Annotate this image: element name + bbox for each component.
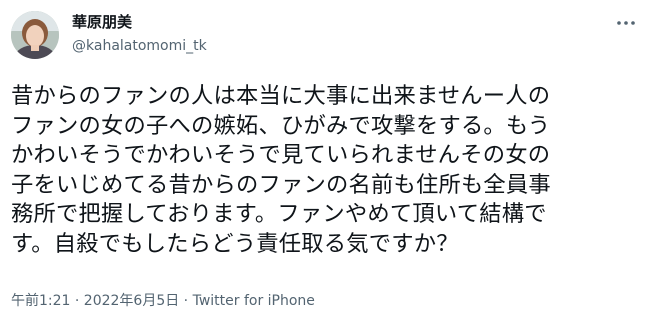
tweet-text-line: 子をいじめてる昔からのファンの名前も住所も全員事: [11, 171, 551, 198]
author-info: 華原朋美 @kahalatomomi_tk: [72, 12, 207, 56]
more-options-button[interactable]: [612, 12, 640, 34]
tweet-source[interactable]: Twitter for iPhone: [193, 293, 315, 309]
tweet-timestamp[interactable]: 午前1:21 · 2022年6月5日: [11, 293, 179, 309]
tweet-text: 昔からのファンの人は本当に大事に出来ませんー人の ファンの女の子への嫉妬、ひがみ…: [11, 82, 643, 259]
tweet-metadata: 午前1:21 · 2022年6月5日 · Twitter for iPhone: [11, 292, 315, 311]
tweet-text-line: す。自殺でもしたらどう責任取る気ですか？: [11, 230, 459, 257]
avatar[interactable]: [11, 11, 59, 59]
tweet-text-line: かわいそうでかわいそうで見ていられませんその女の: [11, 142, 551, 168]
tweet-text-line: ファンの女の子への嫉妬、ひがみで攻撃をする。もう: [11, 112, 551, 139]
tweet-text-line: 務所で把握しております。ファンやめて頂いて結構で: [11, 201, 547, 227]
more-horizontal-icon: [617, 21, 635, 25]
meta-separator: ·: [179, 293, 193, 309]
tweet: 華原朋美 @kahalatomomi_tk 昔からのファンの人は本当に大事に出来…: [0, 0, 653, 323]
user-handle[interactable]: @kahalatomomi_tk: [72, 37, 207, 56]
avatar-image: [11, 11, 59, 59]
tweet-text-line: 昔からのファンの人は本当に大事に出来ませんー人の: [11, 83, 551, 109]
display-name[interactable]: 華原朋美: [72, 12, 207, 32]
